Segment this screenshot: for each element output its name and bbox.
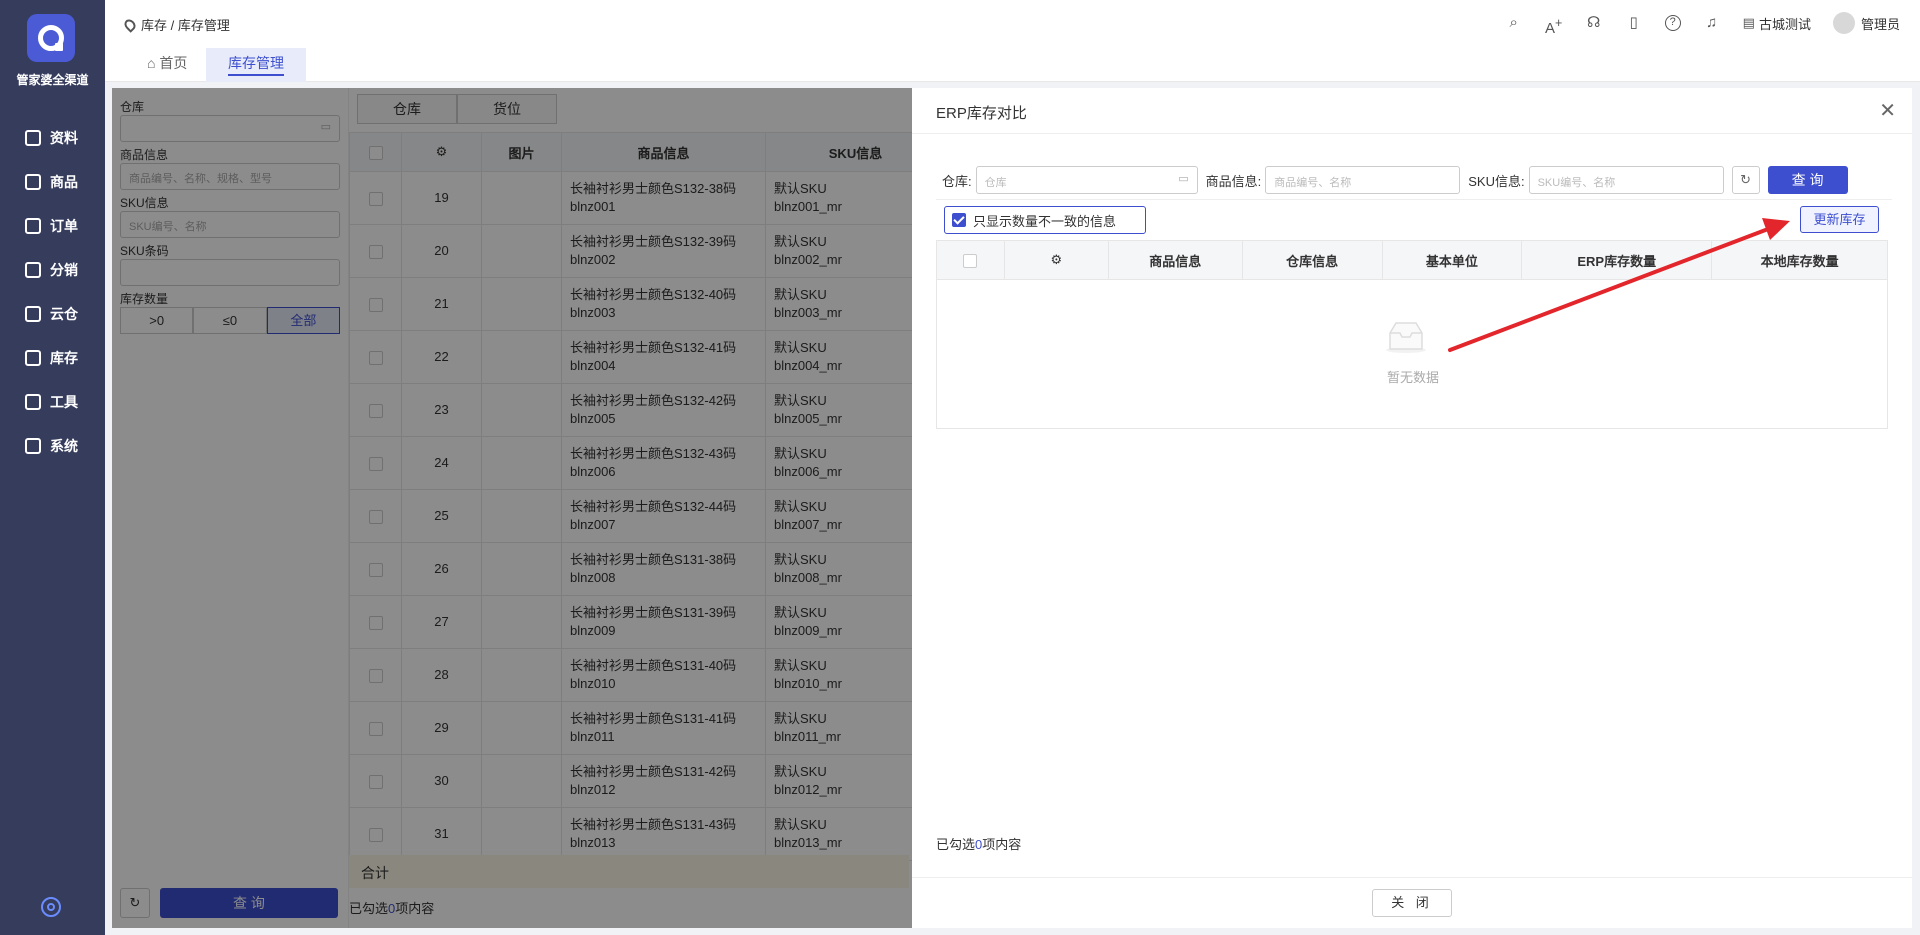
user-name: 管理员 xyxy=(1860,16,1900,32)
bell-icon[interactable]: ♫ xyxy=(1703,14,1721,32)
org-switcher[interactable]: ▤ 古城测试 xyxy=(1743,14,1811,33)
drawer-filters: 仓库: 仓库 ▭ 商品信息: 商品编号、名称 SKU信息: SKU编号、名称 ↻ … xyxy=(942,166,1848,194)
cloud-warehouse-icon xyxy=(25,306,41,322)
sidebar-item-label: 库存 xyxy=(50,350,78,366)
empty-state: 暂无数据 xyxy=(936,279,1888,429)
only-diff-checkbox[interactable]: 只显示数量不一致的信息 xyxy=(944,206,1146,234)
sidebar-item-distribution[interactable]: 分销 xyxy=(0,248,105,292)
col-erp-qty: ERP库存数量 xyxy=(1521,240,1713,280)
location-pin-icon xyxy=(122,16,138,33)
divider xyxy=(936,199,1892,200)
brand-name: 管家婆全渠道 xyxy=(16,73,89,87)
sidebar: 管家婆全渠道 资料 商品 订单 分销 云仓 库存 工具 系统 xyxy=(0,0,105,935)
sidebar-item-system[interactable]: 系统 xyxy=(0,424,105,468)
search-icon[interactable]: ⌕ xyxy=(1505,14,1523,32)
building-icon: ▤ xyxy=(1742,15,1755,30)
sidebar-item-inventory[interactable]: 库存 xyxy=(0,336,105,380)
toolbox-icon xyxy=(25,394,41,410)
only-diff-label: 只显示数量不一致的信息 xyxy=(973,213,1117,229)
user-menu[interactable]: 管理员 xyxy=(1832,12,1900,34)
update-inventory-button[interactable]: 更新库存 xyxy=(1800,206,1879,233)
layers-icon xyxy=(25,130,41,146)
checkbox-checked-icon xyxy=(952,213,966,227)
order-icon xyxy=(25,218,41,234)
col-local-qty: 本地库存数量 xyxy=(1711,240,1888,280)
sidebar-item-order[interactable]: 订单 xyxy=(0,204,105,248)
header-actions: ⌕ A+ ☊ ▯ ? ♫ ▤ 古城测试 管理员 xyxy=(1505,12,1900,37)
col-warehouse: 仓库信息 xyxy=(1241,240,1383,280)
sku-label: SKU信息: xyxy=(1468,173,1525,189)
settings-column-icon[interactable]: ⚙ xyxy=(1003,240,1109,280)
product-input[interactable]: 商品编号、名称 xyxy=(1265,166,1461,194)
book-icon[interactable]: ▯ xyxy=(1625,14,1643,32)
drawer-title: ERP库存对比 xyxy=(936,105,1027,122)
support-headset-icon[interactable]: ☊ xyxy=(1585,14,1603,32)
empty-inbox-icon xyxy=(1386,322,1426,353)
tab-inventory-management[interactable]: 库存管理 xyxy=(206,48,306,82)
close-button[interactable]: 关 闭 xyxy=(1372,889,1452,917)
sidebar-item-label: 订单 xyxy=(50,218,78,234)
sidebar-item-label: 工具 xyxy=(50,394,78,410)
divider xyxy=(912,877,1912,878)
distribution-icon xyxy=(25,262,41,278)
sidebar-item-cloud-warehouse[interactable]: 云仓 xyxy=(0,292,105,336)
query-button[interactable]: 查 询 xyxy=(1767,166,1848,194)
divider xyxy=(912,133,1912,134)
monitor-icon xyxy=(25,438,41,454)
help-icon[interactable]: ? xyxy=(1664,15,1681,31)
tab-home-label: 首页 xyxy=(159,55,188,71)
settings-gear-icon[interactable] xyxy=(41,897,61,917)
avatar xyxy=(1832,12,1855,34)
selected-count-text: 已勾选0项内容 xyxy=(936,834,1021,853)
org-name: 古城测试 xyxy=(1758,16,1811,32)
sidebar-item-label: 资料 xyxy=(50,130,78,146)
product-icon xyxy=(25,174,41,190)
warehouse-box-icon: ▭ xyxy=(1178,173,1189,185)
breadcrumb: 库存 / 库存管理 xyxy=(122,15,230,34)
selected-suffix: 项内容 xyxy=(982,837,1022,852)
col-unit: 基本单位 xyxy=(1381,240,1523,280)
page-tabs: ⌂ 首页 库存管理 xyxy=(105,48,1920,82)
empty-text: 暂无数据 xyxy=(1386,370,1439,385)
tab-home[interactable]: ⌂ 首页 xyxy=(125,48,209,82)
sidebar-item-label: 商品 xyxy=(50,174,78,190)
warehouse-label: 仓库: xyxy=(942,173,972,189)
product-label: 商品信息: xyxy=(1205,173,1262,189)
app-logo xyxy=(27,14,75,62)
sidebar-item-label: 系统 xyxy=(50,438,78,454)
warehouse-placeholder: 仓库 xyxy=(984,177,1007,189)
inventory-icon xyxy=(25,350,41,366)
compare-table: ⚙ 商品信息 仓库信息 基本单位 ERP库存数量 本地库存数量 xyxy=(936,240,1888,280)
home-icon: ⌂ xyxy=(147,55,160,71)
top-header: 库存 / 库存管理 ⌕ A+ ☊ ▯ ? ♫ ▤ 古城测试 管理员 xyxy=(105,0,1920,48)
sidebar-item-data[interactable]: 资料 xyxy=(0,116,105,160)
checkbox[interactable] xyxy=(963,253,978,268)
sidebar-item-label: 分销 xyxy=(50,262,78,278)
tab-active-label: 库存管理 xyxy=(228,55,284,76)
refresh-icon[interactable]: ↻ xyxy=(1731,166,1760,194)
sku-input[interactable]: SKU编号、名称 xyxy=(1528,166,1724,194)
col-product: 商品信息 xyxy=(1107,240,1243,280)
erp-compare-drawer: ERP库存对比 ✕ 仓库: 仓库 ▭ 商品信息: 商品编号、名称 SKU信息: S… xyxy=(912,88,1912,928)
sidebar-item-label: 云仓 xyxy=(50,306,78,322)
ai-icon[interactable]: A+ xyxy=(1545,14,1563,37)
warehouse-select[interactable]: 仓库 ▭ xyxy=(975,166,1198,194)
sidebar-item-product[interactable]: 商品 xyxy=(0,160,105,204)
sidebar-item-tools[interactable]: 工具 xyxy=(0,380,105,424)
modal-mask[interactable] xyxy=(112,88,912,928)
breadcrumb-text: 库存 / 库存管理 xyxy=(141,18,230,33)
sidebar-menu: 资料 商品 订单 分销 云仓 库存 工具 系统 xyxy=(0,116,105,468)
select-all-header[interactable] xyxy=(936,240,1005,280)
close-icon[interactable]: ✕ xyxy=(1879,98,1896,123)
selected-prefix: 已勾选 xyxy=(936,837,976,852)
